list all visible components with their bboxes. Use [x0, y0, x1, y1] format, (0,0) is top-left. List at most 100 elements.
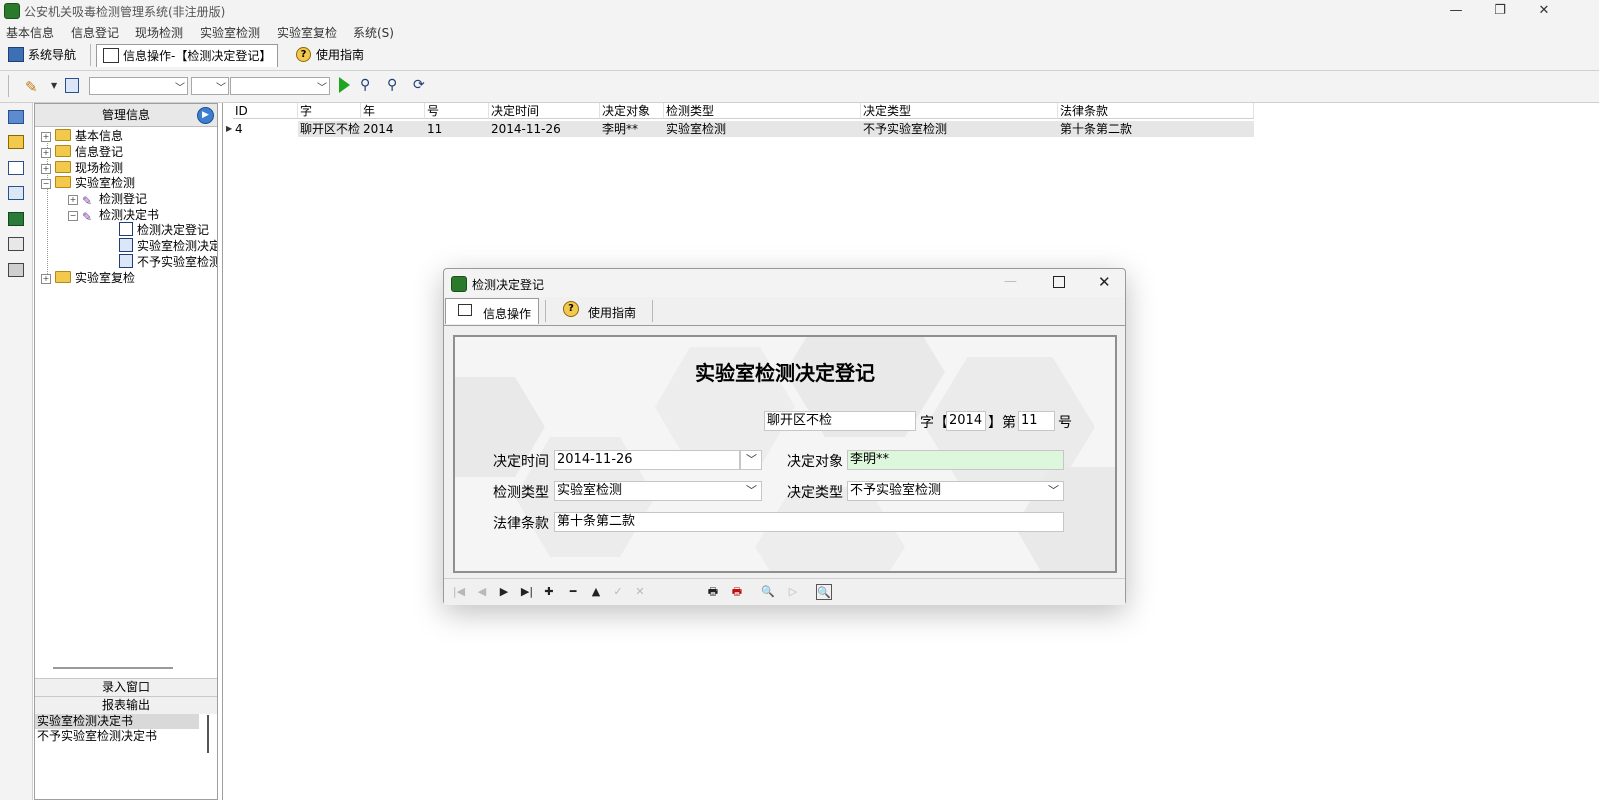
table-cell[interactable]: 11 [425, 121, 489, 137]
column-header-year[interactable]: 年 [361, 103, 425, 119]
table-cell[interactable]: 4 [233, 121, 298, 137]
search-document-icon[interactable] [65, 78, 79, 93]
tree-node-no-lab-test[interactable]: 不予实验室检测 [119, 253, 217, 270]
column-header-test-type[interactable]: 检测类型 [664, 103, 861, 119]
year-input[interactable]: 2014 [946, 411, 986, 431]
table-cell[interactable]: 2014 [361, 121, 425, 137]
prev-record-icon[interactable]: ◀ [474, 584, 490, 600]
tree-node-lab-decision[interactable]: 实验室检测决定 [119, 237, 217, 254]
monitor-icon[interactable] [8, 110, 24, 124]
tab-info-operation[interactable]: 信息操作-【检测决定登记】 [96, 44, 279, 67]
table-cell[interactable]: 李明** [600, 121, 664, 137]
settings-icon[interactable] [8, 237, 24, 251]
refresh-icon[interactable]: ⟳ [413, 77, 425, 93]
expand-icon[interactable]: + [41, 164, 51, 174]
folder-tree-icon[interactable] [8, 135, 24, 149]
splitter-handle[interactable] [53, 667, 173, 669]
report-list-scrollbar[interactable] [207, 715, 209, 753]
tree-node-decision-register[interactable]: 检测决定登记 [119, 221, 209, 238]
column-header-id[interactable]: ID [233, 103, 298, 119]
edit-up-icon[interactable]: ▲ [588, 584, 604, 600]
post-check-icon[interactable]: ✓ [610, 584, 626, 600]
tree-node-basic-info[interactable]: + 基本信息 [41, 127, 123, 144]
table-icon[interactable] [8, 161, 24, 175]
menu-system[interactable]: 系统(S) [353, 24, 394, 41]
minimize-button[interactable]: — [1004, 274, 1017, 289]
edit-pencil-icon[interactable]: ✎ [25, 78, 38, 96]
dialog-tab-info-operation[interactable]: 信息操作 [445, 298, 539, 324]
column-header-number[interactable]: 号 [425, 103, 489, 119]
zoom-icon[interactable]: 🔍 [816, 584, 832, 600]
table-cell[interactable]: 不予实验室检测 [861, 121, 1058, 137]
column-header-law-clause[interactable]: 法律条款 [1058, 103, 1254, 119]
document-icon[interactable] [8, 186, 24, 200]
print-icon[interactable]: 🖶 [705, 584, 721, 600]
collapse-icon[interactable]: − [68, 211, 78, 221]
chart-icon[interactable] [8, 212, 24, 226]
maximize-button[interactable] [1053, 276, 1065, 288]
tree-node-test-register[interactable]: + ✎ 检测登记 [68, 190, 147, 207]
entry-window-button[interactable]: 录入窗口 [35, 678, 217, 696]
first-record-icon[interactable]: |◀ [451, 584, 467, 600]
tab-system-nav[interactable]: 系统导航 [2, 44, 82, 66]
date-picker-button[interactable]: ﹀ [740, 450, 762, 470]
find-next-icon[interactable]: ⚲ [387, 77, 397, 93]
collapse-panel-icon[interactable]: ▶ [197, 107, 214, 124]
menu-field-test[interactable]: 现场检测 [135, 24, 183, 41]
search-icon[interactable]: 🔍 [760, 584, 776, 600]
trash-icon[interactable] [8, 263, 24, 277]
menu-lab-retest[interactable]: 实验室复检 [277, 24, 337, 41]
column-header-zi[interactable]: 字 [298, 103, 361, 119]
delete-record-icon[interactable]: ━ [565, 584, 581, 600]
law-clause-input[interactable]: 第十条第二款 [554, 512, 1064, 532]
table-cell[interactable]: 实验室检测 [664, 121, 861, 137]
chevron-down-icon[interactable]: ▼ [51, 81, 57, 90]
zi-input[interactable]: 聊开区不检 [764, 411, 916, 431]
report-output-button[interactable]: 报表输出 [35, 696, 217, 714]
expand-icon[interactable]: + [68, 195, 78, 205]
decision-time-input[interactable]: 2014-11-26 [554, 450, 740, 470]
table-cell[interactable]: 聊开区不检 [298, 121, 361, 137]
tree-node-info-register[interactable]: + 信息登记 [41, 143, 123, 160]
cancel-icon[interactable]: ✕ [632, 584, 648, 600]
decision-type-select[interactable]: 不予实验室检测 ﹀ [847, 481, 1064, 501]
expand-icon[interactable]: + [41, 274, 51, 284]
run-icon[interactable]: ▷ [785, 584, 801, 600]
chevron-down-icon: ﹀ [317, 83, 327, 94]
minimize-button[interactable]: — [1433, 0, 1479, 22]
filter-operator-combo[interactable]: ﹀ [191, 77, 229, 95]
tree-node-lab-test[interactable]: − 实验室检测 [41, 174, 135, 191]
close-button[interactable]: ✕ [1098, 273, 1111, 291]
column-header-decision-time[interactable]: 决定时间 [489, 103, 600, 119]
dialog-tab-user-guide[interactable]: ? 使用指南 [552, 298, 652, 324]
test-type-select[interactable]: 实验室检测 ﹀ [554, 481, 762, 501]
run-play-icon[interactable] [339, 77, 350, 93]
expand-icon[interactable]: + [41, 148, 51, 158]
restore-button[interactable]: ❐ [1477, 0, 1523, 22]
filter-value-combo[interactable]: ﹀ [230, 77, 330, 95]
find-icon[interactable]: ⚲ [360, 77, 370, 93]
decision-target-input[interactable]: 李明** [847, 450, 1064, 470]
last-record-icon[interactable]: ▶| [519, 584, 535, 600]
report-list-item[interactable]: 实验室检测决定书 [35, 714, 199, 729]
print-preview-icon[interactable]: 🖶 [729, 584, 745, 600]
tab-user-guide[interactable]: ? 使用指南 [290, 44, 370, 66]
filter-field-combo[interactable]: ﹀ [89, 77, 188, 95]
dialog-titlebar[interactable]: 检测决定登记 — ✕ [444, 269, 1125, 297]
column-header-decision-type[interactable]: 决定类型 [861, 103, 1058, 119]
add-record-icon[interactable]: ✚ [541, 584, 557, 600]
close-button[interactable]: ✕ [1521, 0, 1567, 22]
tree-node-lab-retest[interactable]: + 实验室复检 [41, 269, 135, 286]
menu-basic-info[interactable]: 基本信息 [6, 24, 54, 41]
menu-info-register[interactable]: 信息登记 [71, 24, 119, 41]
table-cell[interactable]: 第十条第二款 [1058, 121, 1254, 137]
column-header-decision-target[interactable]: 决定对象 [600, 103, 664, 119]
table-cell[interactable]: 2014-11-26 [489, 121, 600, 137]
collapse-icon[interactable]: − [41, 179, 51, 189]
next-record-icon[interactable]: ▶ [496, 584, 512, 600]
expand-icon[interactable]: + [41, 132, 51, 142]
report-list-item[interactable]: 不予实验室检测决定书 [35, 729, 199, 744]
menu-lab-test[interactable]: 实验室检测 [200, 24, 260, 41]
number-input[interactable]: 11 [1018, 411, 1055, 431]
tab-label: 信息操作 [483, 307, 532, 321]
